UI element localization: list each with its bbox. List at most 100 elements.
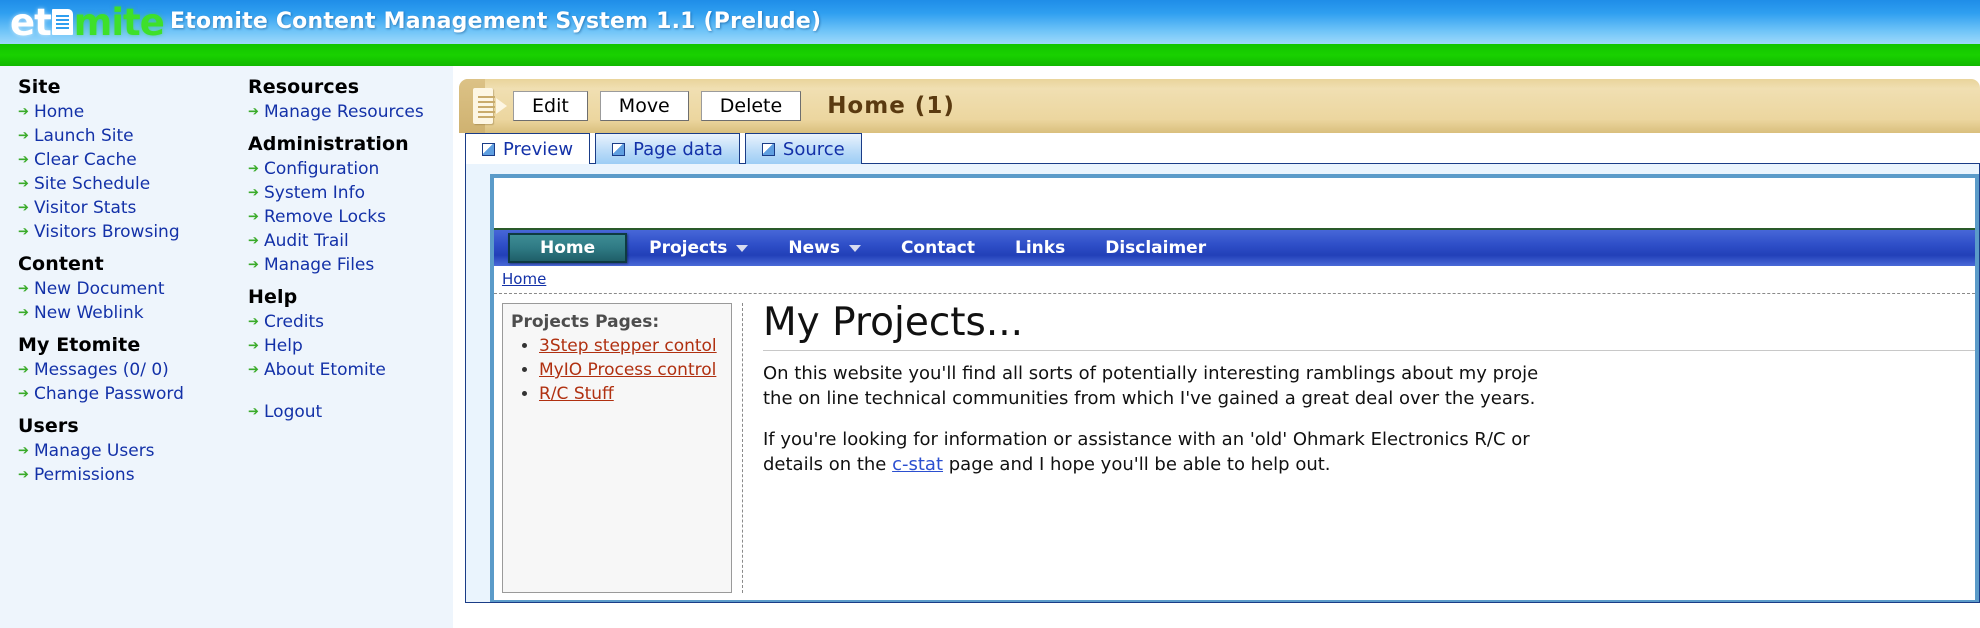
site-nav-label: Home [540, 238, 596, 258]
sidebar-item-label: Change Password [34, 384, 184, 404]
sidebar-item-visitor-stats[interactable]: ➔ Visitor Stats [18, 196, 230, 220]
tab-source[interactable]: Source [744, 133, 862, 164]
sidebar-item-manage-files[interactable]: ➔ Manage Files [248, 253, 453, 277]
sidebar-group-site: Site ➔ Home ➔ Launch Site ➔ Clear Cache ➔ Si… [18, 76, 230, 244]
sidebar-item-label: Logout [264, 402, 323, 422]
article-paragraph-2-pre: details on the [763, 453, 893, 475]
site-nav-links[interactable]: Links [1015, 238, 1065, 258]
sidebar-item-label: Permissions [34, 465, 135, 485]
sidebar-item-manage-users[interactable]: ➔ Manage Users [18, 439, 230, 463]
site-banner [494, 178, 1975, 230]
site-nav-label: Projects [649, 238, 728, 258]
move-button[interactable]: Move [599, 90, 689, 122]
sidebar-item-visitors-browsing[interactable]: ➔ Visitors Browsing [18, 220, 230, 244]
arrow-icon: ➔ [18, 467, 29, 483]
sidebar-item-label: Audit Trail [264, 231, 349, 251]
sidebar-item-clear-cache[interactable]: ➔ Clear Cache [18, 148, 230, 172]
sidebar-item-remove-locks[interactable]: ➔ Remove Locks [248, 205, 453, 229]
sidebar-item-permissions[interactable]: ➔ Permissions [18, 463, 230, 487]
projects-link-rc-stuff[interactable]: R/C Stuff [539, 384, 614, 404]
sidebar-group-help: Help ➔ Credits ➔ Help ➔ About Etomite [248, 286, 453, 382]
page-glyph [473, 88, 495, 124]
page-title: Etomite Content Management System 1.1 (P… [170, 9, 822, 34]
breadcrumb-link-home[interactable]: Home [502, 270, 546, 288]
sidebar-item-home[interactable]: ➔ Home [18, 100, 230, 124]
sidebar-item-label: Clear Cache [34, 150, 137, 170]
document-title: Home (1) [827, 93, 955, 119]
site-preview-frame[interactable]: Home Projects News Contact Links Disclai… [490, 174, 1979, 602]
site-nav-projects[interactable]: Projects [649, 238, 749, 258]
projects-link-3step[interactable]: 3Step stepper contol [539, 336, 717, 356]
tab-marker-icon [482, 142, 495, 156]
site-nav-home[interactable]: Home [508, 233, 628, 263]
sidebar-item-label: Credits [264, 312, 324, 332]
arrow-icon: ➔ [18, 362, 29, 378]
sidebar-heading-site: Site [18, 76, 61, 98]
chevron-down-icon [736, 244, 749, 252]
arrow-icon: ➔ [18, 386, 29, 402]
content-area: Edit Move Delete Home (1) Preview Page d… [453, 66, 1980, 628]
sidebar-group-users: Users ➔ Manage Users ➔ Permissions [18, 415, 230, 487]
tab-page-data[interactable]: Page data [595, 133, 740, 164]
sidebar-item-configuration[interactable]: ➔ Configuration [248, 157, 453, 181]
article-paragraph-2-line-1: If you're looking for information or ass… [763, 428, 1530, 450]
site-content-body: Projects Pages: 3Step stepper contol MyI… [494, 293, 1975, 593]
site-nav-contact[interactable]: Contact [901, 238, 975, 258]
sidebar-item-new-weblink[interactable]: ➔ New Weblink [18, 301, 230, 325]
sidebar-group-my-etomite: My Etomite ➔ Messages (0/ 0) ➔ Change Pass… [18, 334, 230, 406]
arrow-icon: ➔ [248, 233, 259, 249]
projects-link-myio[interactable]: MyIO Process control [539, 360, 716, 380]
arrow-icon: ➔ [18, 152, 29, 168]
sidebar-item-site-schedule[interactable]: ➔ Site Schedule [18, 172, 230, 196]
arrow-icon: ➔ [248, 404, 259, 420]
sidebar-item-audit-trail[interactable]: ➔ Audit Trail [248, 229, 453, 253]
sidebar-item-manage-resources[interactable]: ➔ Manage Resources [248, 100, 453, 124]
site-article: My Projects... On this website you'll fi… [742, 303, 1975, 593]
logo-text-part1: et [10, 0, 52, 44]
sidebar-item-credits[interactable]: ➔ Credits [248, 310, 453, 334]
sidebar-column-two: Resources ➔ Manage Resources Administrati… [230, 76, 453, 628]
logo-text-part2: mite [73, 0, 165, 44]
sidebar-heading-my-etomite: My Etomite [18, 334, 141, 356]
sidebar-item-launch-site[interactable]: ➔ Launch Site [18, 124, 230, 148]
article-inline-link-c-stat[interactable]: c-stat [892, 454, 943, 475]
article-paragraph-1: On this website you'll find all sorts of… [763, 361, 1975, 411]
sidebar-item-label: Home [34, 102, 85, 122]
sidebar-item-label: Manage Resources [264, 102, 424, 122]
sidebar-item-change-password[interactable]: ➔ Change Password [18, 382, 230, 406]
sidebar-item-label: Messages (0/ 0) [34, 360, 169, 380]
sidebar-item-messages[interactable]: ➔ Messages (0/ 0) [18, 358, 230, 382]
list-item: MyIO Process control [539, 360, 723, 381]
sidebar-item-help[interactable]: ➔ Help [248, 334, 453, 358]
edit-button[interactable]: Edit [513, 90, 588, 122]
article-paragraph-1-line-2: the on line technical communities from w… [763, 387, 1536, 409]
main-layout: Site ➔ Home ➔ Launch Site ➔ Clear Cache ➔ Si… [0, 66, 1980, 628]
tab-preview[interactable]: Preview [465, 133, 591, 164]
chevron-down-icon [848, 244, 861, 252]
article-heading-rule [763, 349, 1975, 351]
sidebar-item-label: About Etomite [264, 360, 386, 380]
arrow-icon: ➔ [248, 338, 259, 354]
sidebar-item-label: Manage Users [34, 441, 155, 461]
arrow-icon: ➔ [18, 305, 29, 321]
sidebar-item-about-etomite[interactable]: ➔ About Etomite [248, 358, 453, 382]
projects-box-title: Projects Pages: [511, 312, 660, 332]
arrow-icon: ➔ [18, 176, 29, 192]
document-icon [51, 9, 73, 35]
arrow-icon: ➔ [248, 161, 259, 177]
tab-panel-preview: Home Projects News Contact Links Disclai… [465, 163, 1980, 603]
arrow-icon: ➔ [18, 281, 29, 297]
sidebar-item-new-document[interactable]: ➔ New Document [18, 277, 230, 301]
delete-button[interactable]: Delete [700, 90, 802, 122]
arrow-icon: ➔ [18, 443, 29, 459]
etomite-logo[interactable]: et mite [10, 0, 165, 44]
sidebar-item-logout[interactable]: ➔ Logout [248, 400, 453, 424]
site-nav-disclaimer[interactable]: Disclaimer [1105, 238, 1206, 258]
content-tabs: Preview Page data Source [465, 133, 1980, 164]
site-nav-news[interactable]: News [788, 238, 861, 258]
site-nav-label: Links [1015, 238, 1066, 258]
arrow-icon: ➔ [248, 104, 259, 120]
sidebar-item-system-info[interactable]: ➔ System Info [248, 181, 453, 205]
document-play-icon [473, 86, 507, 126]
sidebar-navigation: Site ➔ Home ➔ Launch Site ➔ Clear Cache ➔ Si… [0, 66, 453, 628]
